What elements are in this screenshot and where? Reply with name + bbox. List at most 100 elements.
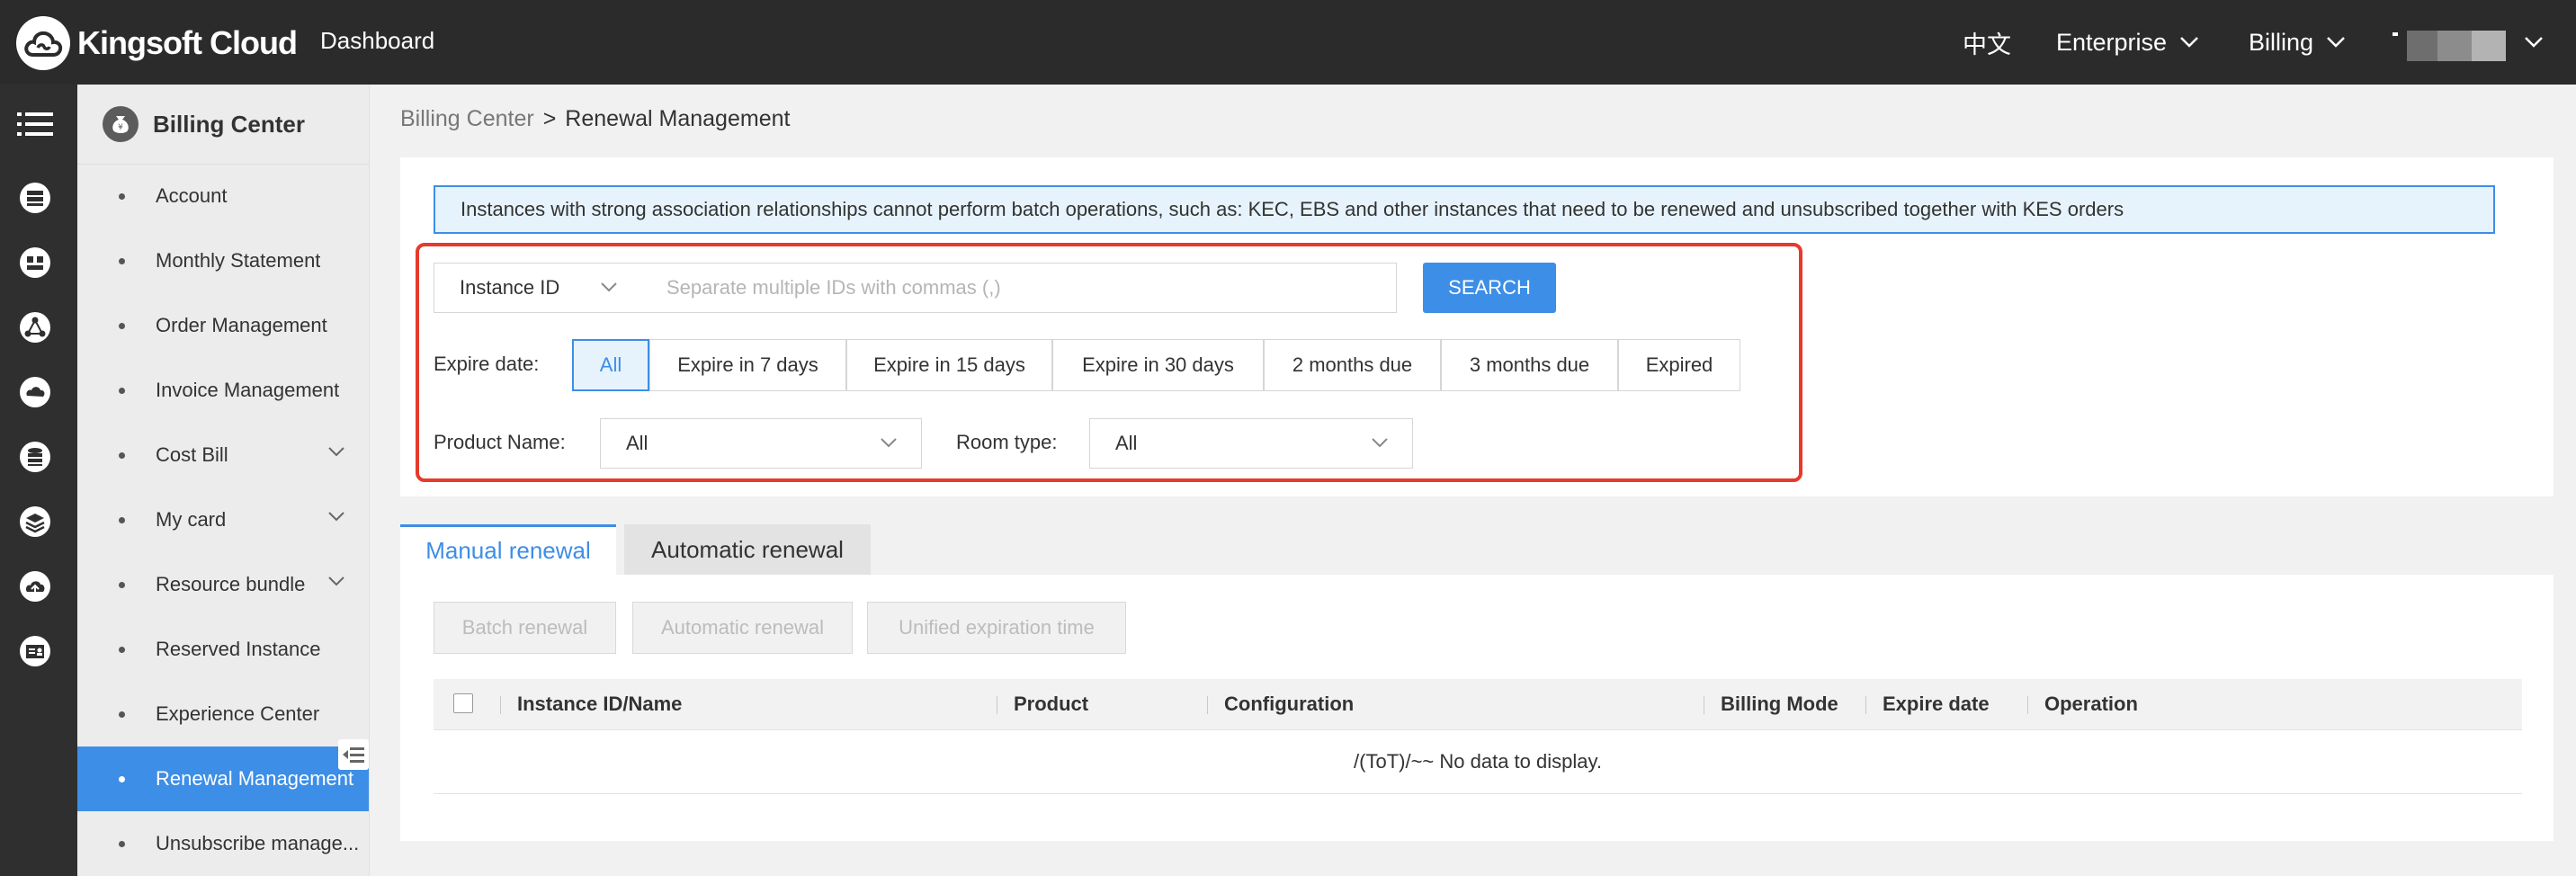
- room-type-select[interactable]: All: [1089, 418, 1413, 469]
- sidebar-item-label: Order Management: [156, 314, 327, 336]
- sidebar-item-renewal-management[interactable]: Renewal Management: [77, 746, 369, 811]
- column-divider: [1865, 696, 1866, 714]
- expire-option-7-days[interactable]: Expire in 7 days: [649, 339, 846, 391]
- sidebar-item-label: Resource bundle: [156, 573, 306, 595]
- bullet-icon: [119, 516, 125, 523]
- billing-label: Billing: [2249, 28, 2314, 56]
- billing-sidebar: ¥ Billing Center Account Monthly Stateme…: [77, 85, 370, 876]
- expire-option-all[interactable]: All: [572, 339, 649, 391]
- chevron-down-icon: [1372, 438, 1388, 448]
- expire-option-2-months[interactable]: 2 months due: [1264, 339, 1441, 391]
- language-switch[interactable]: 中文: [1963, 0, 2011, 85]
- sidebar-item-experience-center[interactable]: Experience Center: [77, 682, 369, 746]
- sidebar-item-reserved-instance[interactable]: Reserved Instance: [77, 617, 369, 682]
- sidebar-item-monthly-statement[interactable]: Monthly Statement: [77, 228, 369, 293]
- layers-icon[interactable]: [17, 504, 53, 540]
- collapse-sidebar-icon[interactable]: [338, 739, 369, 770]
- product-name-select[interactable]: All: [600, 418, 922, 469]
- breadcrumb-separator: >: [542, 106, 557, 131]
- money-bag-icon: ¥: [103, 106, 139, 142]
- id-type-value: Instance ID: [460, 276, 560, 299]
- chevron-down-icon: [328, 447, 344, 457]
- column-expire-date: Expire date: [1883, 693, 1990, 715]
- gallery-icon[interactable]: [17, 245, 53, 281]
- column-divider: [2027, 696, 2028, 714]
- table-header: Instance ID/Name Product Configuration B…: [434, 679, 2522, 730]
- enterprise-menu[interactable]: Enterprise: [2056, 0, 2199, 85]
- column-divider: [500, 696, 501, 714]
- sidebar-item-cost-bill[interactable]: Cost Bill: [77, 423, 369, 487]
- batch-renewal-button[interactable]: Batch renewal: [434, 602, 616, 654]
- sidebar-item-invoice-management[interactable]: Invoice Management: [77, 358, 369, 423]
- sidebar-title: Billing Center: [153, 110, 306, 138]
- bullet-icon: [119, 646, 125, 653]
- billing-menu[interactable]: Billing: [2249, 0, 2346, 85]
- expire-option-expired[interactable]: Expired: [1618, 339, 1740, 391]
- chevron-down-icon: [2327, 37, 2345, 48]
- cloud-sync-icon[interactable]: [17, 374, 53, 410]
- column-divider: [1207, 696, 1208, 714]
- batch-notice: Instances with strong association relati…: [434, 185, 2495, 234]
- chevron-down-icon: [328, 512, 344, 522]
- breadcrumb-parent[interactable]: Billing Center: [400, 106, 534, 131]
- icon-rail: [0, 85, 77, 876]
- brand-logo[interactable]: Kingsoft Cloud: [16, 16, 298, 70]
- top-bar: Kingsoft Cloud Dashboard 中文 Enterprise B…: [0, 0, 2576, 85]
- sidebar-item-unsubscribe-management[interactable]: Unsubscribe manage...: [77, 811, 369, 876]
- dashboard-link[interactable]: Dashboard: [320, 27, 434, 55]
- sidebar-header: ¥ Billing Center: [77, 85, 369, 165]
- expire-date-label: Expire date:: [434, 353, 540, 375]
- sidebar-item-label: Account: [156, 184, 228, 207]
- room-type-label: Room type:: [956, 431, 1058, 453]
- enterprise-label: Enterprise: [2056, 28, 2168, 56]
- sidebar-item-label: Monthly Statement: [156, 249, 321, 272]
- storage-icon[interactable]: [17, 439, 53, 475]
- sidebar-item-my-card[interactable]: My card: [77, 487, 369, 552]
- sidebar-item-label: Cost Bill: [156, 443, 228, 466]
- cloud-upload-icon[interactable]: [17, 568, 53, 604]
- bullet-icon: [119, 257, 125, 264]
- expire-option-15-days[interactable]: Expire in 15 days: [846, 339, 1052, 391]
- bullet-icon: [119, 192, 125, 200]
- language-label: 中文: [1963, 31, 2011, 58]
- room-type-value: All: [1115, 432, 1138, 454]
- search-button[interactable]: SEARCH: [1423, 263, 1556, 313]
- database-icon[interactable]: [17, 180, 53, 216]
- column-configuration: Configuration: [1224, 693, 1355, 715]
- network-icon[interactable]: [17, 309, 53, 345]
- sidebar-item-label: Reserved Instance: [156, 638, 321, 660]
- product-name-value: All: [626, 432, 648, 454]
- expire-option-30-days[interactable]: Expire in 30 days: [1052, 339, 1264, 391]
- user-avatar-masked[interactable]: [2393, 31, 2506, 61]
- bullet-icon: [119, 840, 125, 847]
- sidebar-item-label: Experience Center: [156, 702, 320, 725]
- instance-id-input[interactable]: [641, 263, 1397, 313]
- tab-manual-renewal[interactable]: Manual renewal: [400, 524, 616, 575]
- sidebar-item-label: Invoice Management: [156, 379, 340, 401]
- empty-state: /(ToT)/~~ No data to display.: [434, 730, 2522, 794]
- chevron-down-icon: [601, 282, 617, 292]
- expire-option-3-months[interactable]: 3 months due: [1441, 339, 1618, 391]
- column-instance-id: Instance ID/Name: [517, 693, 683, 715]
- column-billing-mode: Billing Mode: [1721, 693, 1838, 715]
- id-type-select[interactable]: Instance ID: [434, 263, 642, 313]
- bullet-icon: [119, 322, 125, 329]
- menu-icon[interactable]: [17, 106, 53, 142]
- select-all-checkbox[interactable]: [453, 693, 473, 713]
- unified-expiration-button[interactable]: Unified expiration time: [867, 602, 1126, 654]
- sidebar-item-label: Unsubscribe manage...: [156, 832, 360, 854]
- automatic-renewal-button[interactable]: Automatic renewal: [632, 602, 853, 654]
- svg-text:¥: ¥: [118, 123, 123, 132]
- sidebar-item-account[interactable]: Account: [77, 164, 369, 228]
- id-card-icon[interactable]: [17, 633, 53, 669]
- user-chevron-down-icon[interactable]: [2524, 36, 2544, 49]
- bullet-icon: [119, 711, 125, 718]
- column-operation: Operation: [2044, 693, 2138, 715]
- sidebar-item-resource-bundle[interactable]: Resource bundle: [77, 552, 369, 617]
- sidebar-item-order-management[interactable]: Order Management: [77, 293, 369, 358]
- bullet-icon: [119, 387, 125, 394]
- tab-automatic-renewal[interactable]: Automatic renewal: [624, 524, 871, 575]
- notice-text: Instances with strong association relati…: [461, 198, 2124, 220]
- product-name-label: Product Name:: [434, 431, 566, 453]
- cloud-logo-icon: [16, 16, 70, 70]
